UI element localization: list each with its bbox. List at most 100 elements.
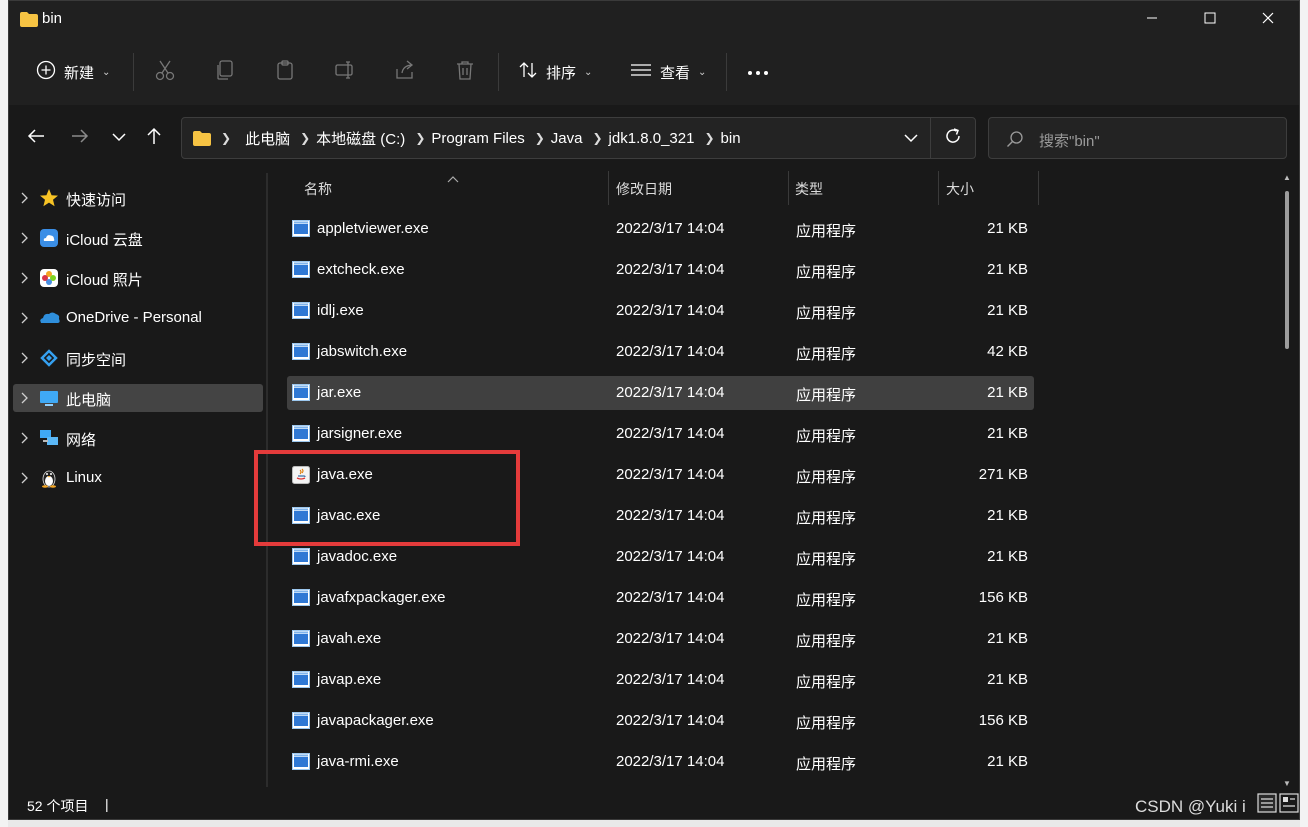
file-date: 2022/3/17 14:04 <box>616 753 725 770</box>
new-button[interactable]: 新建 ⌄ <box>36 55 110 89</box>
file-size: 21 KB <box>987 630 1028 647</box>
tiles-view-button[interactable] <box>1279 793 1299 813</box>
file-name: java-rmi.exe <box>317 753 399 770</box>
more-icon <box>747 63 769 81</box>
breadcrumb-separator-icon: ❯ <box>592 131 603 145</box>
close-button[interactable] <box>1239 1 1297 39</box>
file-type: 应用程序 <box>796 551 857 568</box>
file-row[interactable]: jar.exe 2022/3/17 14:04 应用程序 21 KB <box>287 376 1034 410</box>
sidebar-item-sync-space[interactable]: 同步空间 <box>13 344 263 372</box>
file-row[interactable]: jarsigner.exe 2022/3/17 14:04 应用程序 21 KB <box>287 417 1034 451</box>
file-row[interactable]: idlj.exe 2022/3/17 14:04 应用程序 21 KB <box>287 294 1034 328</box>
address-bar[interactable]: ❯ 此电脑 ❯ 本地磁盘 (C:) ❯ Program Files ❯ Java… <box>181 117 976 159</box>
arrow-left-icon <box>27 128 45 149</box>
view-button[interactable]: 查看 ⌄ <box>630 55 706 89</box>
chevron-right-icon <box>20 391 28 408</box>
application-icon <box>292 753 310 770</box>
share-button[interactable] <box>393 59 417 84</box>
chevron-down-icon: ⌄ <box>698 66 707 78</box>
file-date: 2022/3/17 14:04 <box>616 220 725 237</box>
breadcrumb-jdk[interactable]: jdk1.8.0_321 <box>609 130 695 147</box>
file-row[interactable]: jabswitch.exe 2022/3/17 14:04 应用程序 42 KB <box>287 335 1034 369</box>
file-size: 21 KB <box>987 384 1028 401</box>
sidebar-item-this-pc[interactable]: 此电脑 <box>13 384 263 412</box>
file-name: javadoc.exe <box>317 548 398 565</box>
refresh-button[interactable] <box>930 118 975 158</box>
file-date: 2022/3/17 14:04 <box>616 343 725 360</box>
breadcrumb-separator-icon: ❯ <box>704 131 715 145</box>
toolbar-divider <box>498 53 499 91</box>
breadcrumb-local-disk[interactable]: 本地磁盘 (C:) <box>316 128 405 149</box>
plus-circle-icon <box>36 60 56 84</box>
application-icon <box>292 343 310 360</box>
column-divider[interactable] <box>608 171 609 205</box>
file-date: 2022/3/17 14:04 <box>616 425 725 442</box>
back-button[interactable] <box>23 125 49 151</box>
file-row[interactable]: extcheck.exe 2022/3/17 14:04 应用程序 21 KB <box>287 253 1034 287</box>
details-view-button[interactable] <box>1257 793 1277 813</box>
file-size: 21 KB <box>987 753 1028 770</box>
paste-button[interactable] <box>273 59 297 86</box>
column-divider[interactable] <box>788 171 789 205</box>
maximize-button[interactable] <box>1181 1 1239 39</box>
column-header-type[interactable]: 类型 <box>795 179 823 199</box>
sidebar-label: Linux <box>66 469 102 486</box>
breadcrumb-bin[interactable]: bin <box>721 130 741 147</box>
vertical-scrollbar[interactable] <box>1285 191 1289 349</box>
delete-button[interactable] <box>453 60 477 84</box>
linux-icon <box>39 468 59 488</box>
breadcrumb-this-pc[interactable]: 此电脑 <box>245 128 290 149</box>
chevron-right-icon <box>20 311 28 328</box>
file-date: 2022/3/17 14:04 <box>616 671 725 688</box>
minimize-button[interactable] <box>1123 1 1181 39</box>
more-button[interactable] <box>746 60 770 84</box>
sidebar-item-network[interactable]: 网络 <box>13 424 263 452</box>
file-name: extcheck.exe <box>317 261 405 278</box>
rename-button[interactable] <box>333 60 357 84</box>
sidebar-item-quick-access[interactable]: 快速访问 <box>13 184 263 212</box>
breadcrumb-java[interactable]: Java <box>551 130 583 147</box>
chevron-down-icon <box>904 130 918 147</box>
folder-icon <box>20 12 38 32</box>
scroll-up-icon[interactable]: ▲ <box>1283 173 1291 182</box>
forward-button[interactable] <box>67 125 93 151</box>
column-header-size[interactable]: 大小 <box>946 179 974 199</box>
delete-icon <box>454 59 476 86</box>
paste-icon <box>274 59 296 86</box>
address-history-button[interactable] <box>894 118 928 158</box>
file-name: jarsigner.exe <box>317 425 403 442</box>
column-divider[interactable] <box>1038 171 1039 205</box>
status-bar: 52 个项目 | <box>9 787 1299 819</box>
search-box[interactable]: 搜索"bin" <box>988 117 1287 159</box>
sort-button[interactable]: 排序 ⌄ <box>518 55 592 89</box>
file-name: appletviewer.exe <box>317 220 429 237</box>
column-header-name[interactable]: 名称 <box>304 179 332 199</box>
column-header-date[interactable]: 修改日期 <box>616 179 672 199</box>
file-row[interactable]: javap.exe 2022/3/17 14:04 应用程序 21 KB <box>287 663 1034 697</box>
file-row[interactable]: appletviewer.exe 2022/3/17 14:04 应用程序 21 KB <box>287 212 1034 246</box>
command-bar: 新建 ⌄ 排序 ⌄ 查看 ⌄ <box>9 39 1299 106</box>
column-divider[interactable] <box>938 171 939 205</box>
up-button[interactable] <box>141 125 167 151</box>
sidebar-item-icloud-drive[interactable]: iCloud 云盘 <box>13 224 263 252</box>
item-count: 52 个项目 <box>27 798 89 814</box>
copy-button[interactable] <box>213 59 237 84</box>
breadcrumb-program-files[interactable]: Program Files <box>431 130 524 147</box>
file-type: 应用程序 <box>796 223 857 240</box>
application-icon <box>292 261 310 278</box>
cut-button[interactable] <box>153 60 177 84</box>
file-name: jar.exe <box>317 384 362 401</box>
sidebar-label: 此电脑 <box>66 392 112 409</box>
recent-locations-button[interactable] <box>106 125 132 151</box>
sidebar-label: iCloud 照片 <box>66 272 143 289</box>
sidebar-item-icloud-photos[interactable]: iCloud 照片 <box>13 264 263 292</box>
file-row[interactable]: javah.exe 2022/3/17 14:04 应用程序 21 KB <box>287 622 1034 656</box>
file-row[interactable]: javafxpackager.exe 2022/3/17 14:04 应用程序 156… <box>287 581 1034 615</box>
sidebar-item-onedrive[interactable]: OneDrive - Personal <box>13 304 263 332</box>
sidebar-item-linux[interactable]: Linux <box>13 464 263 492</box>
application-icon <box>292 548 310 565</box>
file-row[interactable]: javapackager.exe 2022/3/17 14:04 应用程序 156 K… <box>287 704 1034 738</box>
arrow-up-icon <box>146 127 162 150</box>
file-row[interactable]: java-rmi.exe 2022/3/17 14:04 应用程序 21 KB <box>287 745 1034 779</box>
minimize-icon <box>1146 11 1158 29</box>
